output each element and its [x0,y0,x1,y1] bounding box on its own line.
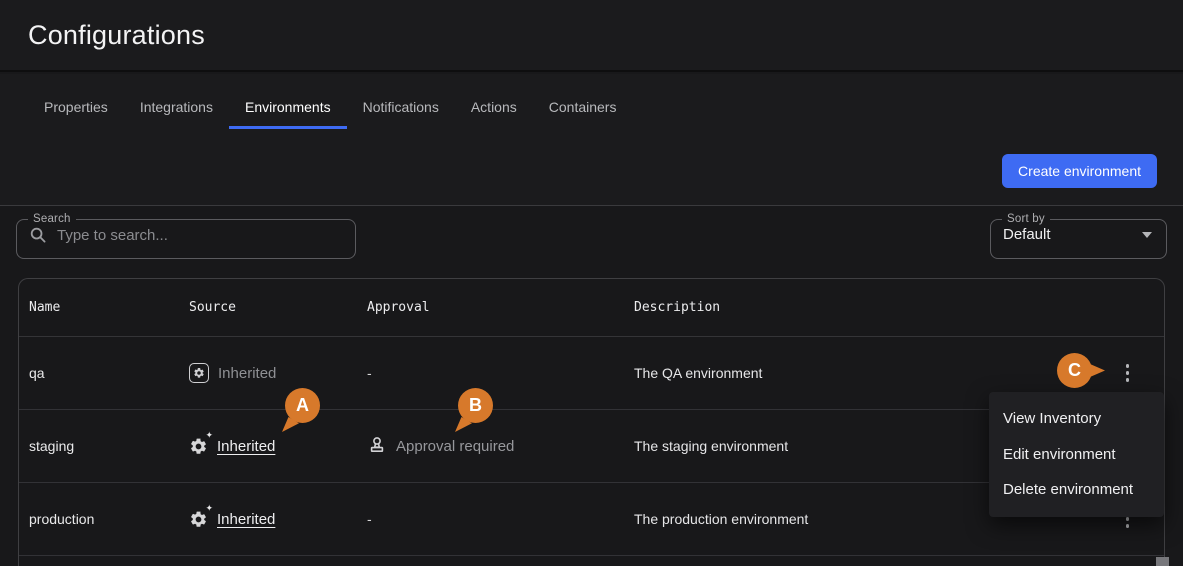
row-context-menu: View Inventory Edit environment Delete e… [989,392,1164,517]
caret-down-icon [1142,231,1152,238]
top-bar: Configurations [0,0,1183,72]
menu-item-view-inventory[interactable]: View Inventory [989,401,1164,437]
env-name: production [29,511,95,527]
annotation-letter: C [1068,360,1081,380]
tab-bar: Properties Integrations Environments Not… [28,88,632,129]
column-header-name: Name [29,300,61,315]
tab-notifications[interactable]: Notifications [347,88,455,129]
env-description: The QA environment [634,365,763,381]
gear-box-icon [189,363,209,383]
gear-sparkle-icon: ✦ [189,431,213,456]
tab-environments[interactable]: Environments [228,88,347,129]
stamp-icon [367,435,387,457]
source-inherited-link[interactable]: Inherited [217,438,275,455]
menu-item-delete-environment[interactable]: Delete environment [989,472,1164,508]
env-name: staging [29,438,75,454]
approval-value: - [367,365,372,381]
approval-value: Approval required [396,437,515,455]
gear-sparkle-icon: ✦ [189,504,213,529]
kebab-icon[interactable] [1115,358,1141,388]
sort-by-label: Sort by [1007,213,1045,225]
tab-containers[interactable]: Containers [533,88,633,129]
column-header-description: Description [634,300,721,315]
column-header-approval: Approval [367,300,430,315]
source-value: Inherited [218,364,277,382]
sort-by-select[interactable]: Sort by Default [990,213,1167,259]
source-inherited-link[interactable]: Inherited [217,511,275,528]
table-header-row: Name Source Approval Description [19,279,1164,337]
scrollbar-corner[interactable] [1156,557,1169,566]
search-field[interactable]: Search [16,213,356,259]
menu-item-edit-environment[interactable]: Edit environment [989,437,1164,473]
tab-integrations[interactable]: Integrations [124,88,229,129]
create-environment-button[interactable]: Create environment [1002,154,1157,188]
annotation-badge-c: C [1057,353,1105,388]
annotation-letter: A [296,395,309,415]
tab-actions[interactable]: Actions [455,88,533,129]
approval-value: - [367,511,372,527]
annotation-badge-b: B [455,388,493,432]
tab-section: Properties Integrations Environments Not… [0,74,1183,206]
annotation-badge-a: A [282,388,320,432]
annotation-letter: B [469,395,482,415]
env-name: qa [29,365,45,381]
configurations-page: Configurations Properties Integrations E… [0,0,1183,566]
page-title: Configurations [28,19,205,50]
search-input[interactable] [57,226,343,244]
tab-properties[interactable]: Properties [28,88,124,129]
search-field-label: Search [33,213,71,225]
sort-by-value: Default [1003,226,1051,243]
column-header-source: Source [189,300,236,315]
search-icon [29,226,47,244]
